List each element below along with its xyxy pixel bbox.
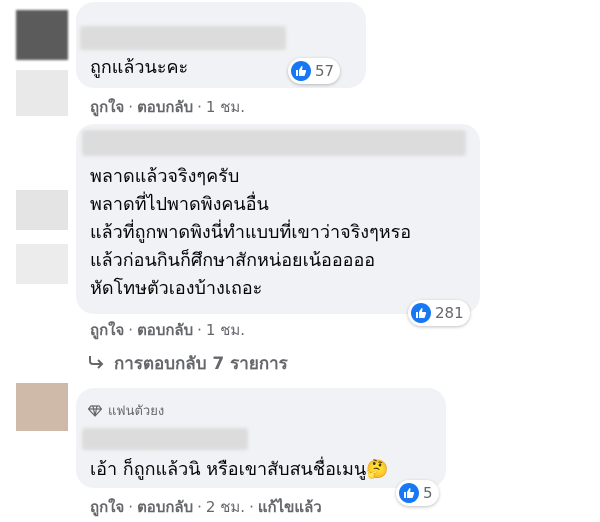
like-link[interactable]: ถูกใจ bbox=[90, 498, 124, 516]
comment-actions: ถูกใจ · ตอบกลับ · 1 ชม. bbox=[90, 321, 246, 339]
reaction-count: 5 bbox=[423, 484, 433, 502]
reaction-count: 281 bbox=[435, 304, 464, 322]
like-thumb-icon bbox=[411, 303, 431, 323]
badge-label: แฟนตัวยง bbox=[108, 404, 165, 419]
like-link[interactable]: ถูกใจ bbox=[90, 321, 124, 339]
author-name-blurred[interactable] bbox=[80, 26, 286, 50]
like-thumb-icon bbox=[399, 483, 419, 503]
avatar-placeholder bbox=[16, 244, 68, 284]
reply-link[interactable]: ตอบกลับ bbox=[137, 98, 193, 116]
timestamp[interactable]: 2 ชม. bbox=[206, 498, 245, 516]
timestamp[interactable]: 1 ชม. bbox=[206, 321, 245, 339]
like-link[interactable]: ถูกใจ bbox=[90, 98, 124, 116]
reaction-badge[interactable]: 281 bbox=[408, 300, 470, 326]
replies-label: การตอบกลับ 7 รายการ bbox=[114, 354, 288, 374]
reply-link[interactable]: ตอบกลับ bbox=[137, 498, 193, 516]
comment-text: ถูกแล้วนะคะ bbox=[90, 54, 188, 82]
reaction-badge[interactable]: 5 bbox=[396, 480, 439, 506]
avatar[interactable] bbox=[16, 10, 68, 60]
avatar-placeholder bbox=[16, 190, 68, 230]
comment-line: เอ้า ก็ถูกแล้วนิ หรือเขาสับสนชื่อเมนู🤔 bbox=[90, 459, 389, 480]
comment-text: เอ้า ก็ถูกแล้วนิ หรือเขาสับสนชื่อเมนู🤔 bbox=[90, 456, 389, 484]
comment-actions: ถูกใจ · ตอบกลับ · 1 ชม. bbox=[90, 98, 246, 116]
comment-line: พลาดที่ไปพาดพิงคนอื่น bbox=[90, 194, 269, 215]
reply-link[interactable]: ตอบกลับ bbox=[137, 321, 193, 339]
timestamp[interactable]: 1 ชม. bbox=[206, 98, 245, 116]
comment-actions: ถูกใจ · ตอบกลับ · 2 ชม. · แก้ไขแล้ว bbox=[90, 498, 322, 516]
comment-line: แล้วที่ถูกพาดพิงนี่ทำแบบที่เขาว่าจริงๆหร… bbox=[90, 222, 412, 243]
author-name-blurred[interactable] bbox=[82, 428, 248, 450]
avatar-placeholder bbox=[16, 70, 68, 116]
reaction-badge[interactable]: 57 bbox=[288, 58, 341, 84]
edited-link[interactable]: แก้ไขแล้ว bbox=[258, 498, 322, 516]
author-name-blurred[interactable] bbox=[82, 130, 466, 156]
view-replies-link[interactable]: การตอบกลับ 7 รายการ bbox=[88, 350, 288, 377]
diamond-icon bbox=[88, 404, 102, 417]
top-fan-badge: แฟนตัวยง bbox=[88, 400, 164, 421]
reaction-count: 57 bbox=[315, 62, 335, 80]
comment-line: แล้วก่อนกินก็ศึกษาสักหน่อยเน้อออออ bbox=[90, 250, 376, 271]
reply-arrow-icon bbox=[88, 354, 104, 374]
comment-line: ถูกแล้วนะคะ bbox=[90, 57, 189, 78]
avatar[interactable] bbox=[16, 383, 68, 431]
like-thumb-icon bbox=[291, 61, 311, 81]
comment-line: หัดโทษตัวเองบ้างเถอะ bbox=[90, 278, 263, 299]
comment-text: พลาดแล้วจริงๆครับ พลาดที่ไปพาดพิงคนอื่น … bbox=[90, 163, 411, 303]
comment-line: พลาดแล้วจริงๆครับ bbox=[90, 166, 240, 187]
